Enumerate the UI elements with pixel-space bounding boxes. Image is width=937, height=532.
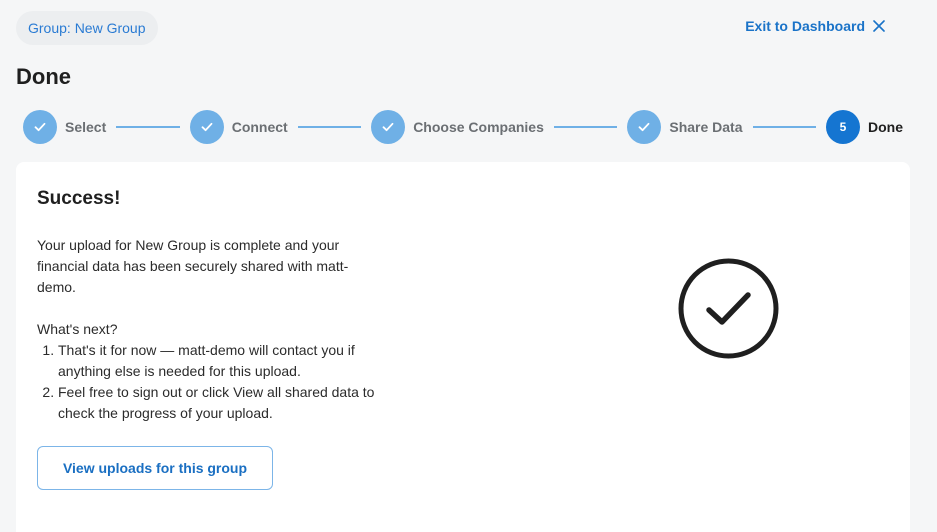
- step-connect: Connect: [189, 110, 288, 144]
- list-item: That's it for now — matt-demo will conta…: [58, 340, 387, 382]
- step-label: Share Data: [669, 119, 743, 135]
- stepper: Select Connect Choose Companies Share Da…: [23, 110, 903, 144]
- card-body: Your upload for New Group is complete an…: [37, 235, 387, 424]
- next-steps-list: That's it for now — matt-demo will conta…: [37, 340, 387, 424]
- step-label: Select: [65, 119, 107, 135]
- step-number: 5: [825, 110, 860, 144]
- step-label: Done: [867, 119, 903, 135]
- step-connector: [553, 126, 618, 128]
- step-choose-companies: Choose Companies: [371, 110, 544, 144]
- step-share-data: Share Data: [627, 110, 743, 144]
- view-uploads-button[interactable]: View uploads for this group: [37, 446, 273, 490]
- check-icon: [189, 110, 224, 144]
- exit-to-dashboard-link[interactable]: Exit to Dashboard: [745, 18, 885, 34]
- step-select: Select: [23, 110, 106, 144]
- step-label: Choose Companies: [413, 119, 544, 135]
- success-message: Your upload for New Group is complete an…: [37, 237, 349, 295]
- group-pill[interactable]: Group: New Group: [16, 11, 158, 45]
- step-connector: [297, 126, 362, 128]
- step-connector: [752, 126, 816, 128]
- check-icon: [371, 110, 406, 144]
- close-icon: [873, 20, 885, 32]
- step-label: Connect: [231, 119, 288, 135]
- step-connector: [116, 126, 180, 128]
- check-circle-icon: [678, 258, 779, 359]
- next-heading: What's next?: [37, 321, 118, 337]
- list-item: Feel free to sign out or click View all …: [58, 382, 387, 424]
- exit-label: Exit to Dashboard: [745, 18, 865, 34]
- card-title: Success!: [37, 188, 121, 209]
- group-label: Group: New Group: [28, 20, 146, 36]
- page-title: Done: [16, 64, 71, 89]
- page: Group: New Group Exit to Dashboard Done …: [0, 0, 937, 532]
- success-card: Success! Your upload for New Group is co…: [16, 162, 910, 532]
- step-done: 5 Done: [825, 110, 903, 144]
- check-icon: [23, 110, 57, 144]
- check-icon: [627, 110, 662, 144]
